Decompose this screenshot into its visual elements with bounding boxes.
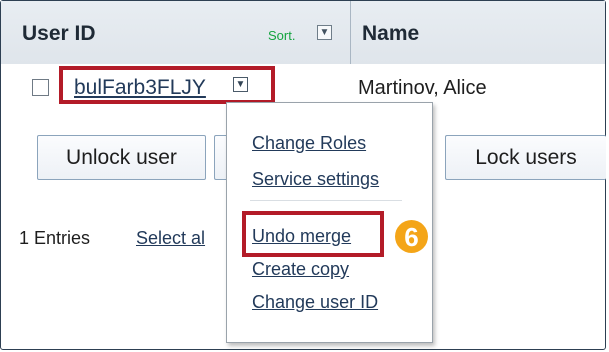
row-menu-button[interactable]: ▼ [233,77,248,92]
unlock-user-button[interactable]: Unlock user [37,135,206,180]
sort-dropdown-button[interactable]: ▼ [317,25,332,40]
chevron-down-icon: ▼ [319,26,330,38]
step-number-badge: 6 [395,220,428,253]
menu-item-undo-merge[interactable]: Undo merge [252,226,351,247]
user-id-link[interactable]: bulFarb3FLJY [74,76,206,100]
lock-users-button[interactable]: Lock users [445,135,606,180]
row-checkbox[interactable] [32,79,49,96]
menu-separator [250,200,402,201]
user-name-cell: Martinov, Alice [358,77,487,99]
user-id-column-header: User ID Sort. ▼ [1,1,351,64]
select-all-link[interactable]: Select al [136,228,205,249]
menu-item-change-roles[interactable]: Change Roles [252,133,366,154]
menu-item-change-user-id[interactable]: Change user ID [252,292,378,313]
dropdown-arrow-icon: ▼ [235,78,246,90]
sort-label[interactable]: Sort. [268,28,295,43]
entries-count: 1 Entries [19,228,91,248]
menu-item-create-copy[interactable]: Create copy [252,259,349,280]
name-header-label: Name [362,22,420,45]
menu-item-service-settings[interactable]: Service settings [252,169,379,190]
user-id-header-label: User ID [22,22,96,45]
table-header: User ID Sort. ▼ Name [1,1,605,65]
